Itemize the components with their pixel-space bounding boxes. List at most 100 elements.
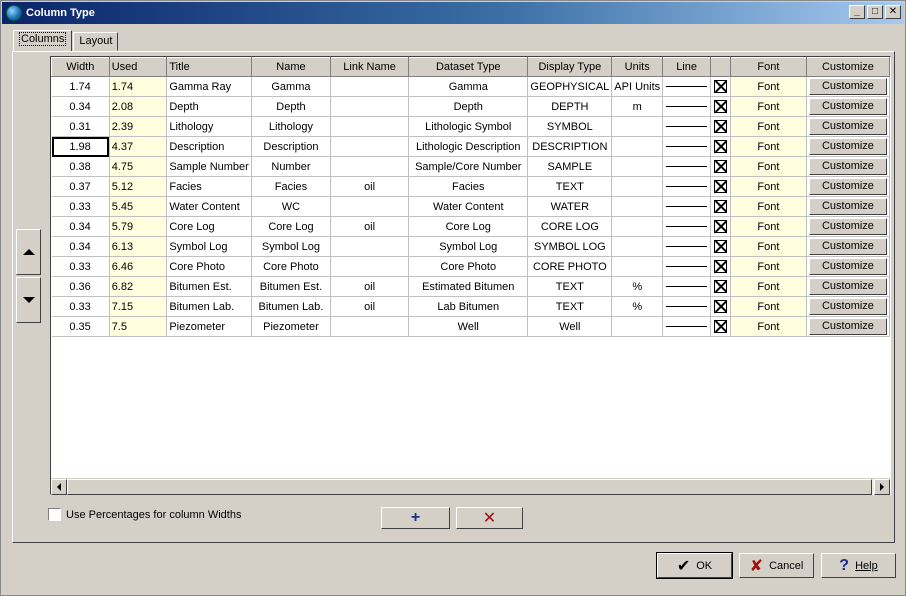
table-row[interactable]: 1.74 1.74 Gamma Ray Gamma Gamma GEOPHYSICAL AP… (51, 76, 890, 97)
table-row[interactable]: 0.33 6.46 Core Photo Core Photo Core Photo CO… (51, 256, 890, 277)
width-cell[interactable]: 1.74 (51, 76, 110, 97)
display-type-cell[interactable]: GEOPHYSICAL (527, 76, 613, 97)
cancel-button[interactable]: ✘ Cancel (739, 553, 814, 578)
name-cell[interactable]: Bitumen Lab. (251, 296, 332, 317)
font-cell[interactable]: Font (730, 296, 807, 317)
units-cell[interactable] (611, 236, 664, 257)
link-name-cell[interactable]: oil (330, 276, 410, 297)
link-name-cell[interactable] (330, 116, 410, 137)
visible-checkbox[interactable] (713, 160, 727, 173)
display-type-cell[interactable]: TEXT (527, 276, 613, 297)
col-header-units[interactable]: Units (611, 57, 664, 77)
visible-checkbox[interactable] (713, 320, 727, 333)
name-cell[interactable]: Description (251, 136, 332, 157)
display-type-cell[interactable]: SYMBOL (527, 116, 613, 137)
visible-checkbox[interactable] (713, 140, 727, 153)
name-cell[interactable]: WC (251, 196, 332, 217)
col-header-display-type[interactable]: Display Type (527, 57, 613, 77)
name-cell[interactable]: Bitumen Est. (251, 276, 332, 297)
ok-button[interactable]: ✔ OK (656, 552, 733, 579)
display-type-cell[interactable]: TEXT (527, 296, 613, 317)
table-row[interactable]: 0.33 7.15 Bitumen Lab. Bitumen Lab. oil Lab B… (51, 296, 890, 317)
tab-layout[interactable]: Layout (73, 32, 119, 51)
width-cell[interactable]: 0.34 (51, 236, 110, 257)
width-cell[interactable]: 0.33 (51, 256, 110, 277)
visible-checkbox[interactable] (713, 80, 727, 93)
col-header-title[interactable]: Title (166, 57, 252, 77)
visible-checkbox[interactable] (713, 240, 727, 253)
link-name-cell[interactable] (330, 76, 410, 97)
add-column-button[interactable]: + (381, 507, 450, 529)
visible-checkbox[interactable] (713, 300, 727, 313)
name-cell[interactable]: Lithology (251, 116, 332, 137)
title-cell[interactable]: Bitumen Est. (166, 276, 252, 297)
units-cell[interactable] (611, 176, 664, 197)
visible-cell[interactable] (710, 316, 731, 337)
width-cell[interactable]: 0.35 (51, 316, 110, 337)
visible-cell[interactable] (710, 176, 731, 197)
title-cell[interactable]: Core Log (166, 216, 252, 237)
visible-checkbox[interactable] (713, 120, 727, 133)
customize-button[interactable]: Customize (808, 178, 887, 195)
dataset-type-cell[interactable]: Facies (408, 176, 529, 197)
width-cell[interactable]: 0.33 (51, 196, 110, 217)
customize-button[interactable]: Customize (808, 278, 887, 295)
units-cell[interactable] (611, 116, 664, 137)
link-name-cell[interactable] (330, 156, 410, 177)
name-cell[interactable]: Piezometer (251, 316, 332, 337)
font-cell[interactable]: Font (730, 196, 807, 217)
display-type-cell[interactable]: DESCRIPTION (527, 136, 613, 157)
col-header-font[interactable]: Font (729, 57, 807, 77)
line-cell[interactable] (662, 256, 712, 277)
customize-button[interactable]: Customize (808, 258, 887, 275)
table-row[interactable]: 0.34 2.08 Depth Depth Depth DEPTH m Font Customi… (51, 96, 890, 117)
visible-checkbox[interactable] (713, 220, 727, 233)
title-cell[interactable]: Bitumen Lab. (166, 296, 252, 317)
units-cell[interactable] (611, 216, 664, 237)
width-cell[interactable]: 0.31 (51, 116, 110, 137)
name-cell[interactable]: Core Log (251, 216, 332, 237)
dataset-type-cell[interactable]: Lithologic Symbol (408, 116, 529, 137)
visible-cell[interactable] (710, 136, 731, 157)
dataset-type-cell[interactable]: Core Photo (408, 256, 529, 277)
units-cell[interactable] (611, 256, 664, 277)
customize-button[interactable]: Customize (808, 158, 887, 175)
display-type-cell[interactable]: CORE PHOTO (527, 256, 613, 277)
dataset-type-cell[interactable]: Depth (408, 96, 529, 117)
width-cell[interactable]: 0.34 (51, 96, 110, 117)
title-cell[interactable]: Facies (166, 176, 252, 197)
units-cell[interactable]: % (611, 296, 664, 317)
dataset-type-cell[interactable]: Gamma (408, 76, 529, 97)
line-cell[interactable] (662, 96, 712, 117)
col-header-width[interactable]: Width (51, 57, 110, 77)
col-header-used[interactable]: Used (108, 57, 168, 77)
customize-button[interactable]: Customize (808, 318, 887, 335)
title-cell[interactable]: Water Content (166, 196, 252, 217)
visible-checkbox[interactable] (713, 100, 727, 113)
visible-cell[interactable] (710, 296, 731, 317)
visible-checkbox[interactable] (713, 200, 727, 213)
delete-column-button[interactable]: ✕ (456, 507, 523, 529)
line-cell[interactable] (662, 236, 712, 257)
move-up-button[interactable] (16, 229, 41, 275)
visible-cell[interactable] (710, 96, 731, 117)
dataset-type-cell[interactable]: Well (408, 316, 529, 337)
col-header-line[interactable]: Line (662, 57, 712, 77)
customize-button[interactable]: Customize (808, 78, 887, 95)
link-name-cell[interactable] (330, 316, 410, 337)
units-cell[interactable]: m (611, 96, 664, 117)
name-cell[interactable]: Depth (251, 96, 332, 117)
visible-cell[interactable] (710, 216, 731, 237)
customize-button[interactable]: Customize (808, 98, 887, 115)
display-type-cell[interactable]: WATER (527, 196, 613, 217)
link-name-cell[interactable]: oil (330, 296, 410, 317)
units-cell[interactable] (611, 316, 664, 337)
line-cell[interactable] (662, 196, 712, 217)
dataset-type-cell[interactable]: Water Content (408, 196, 529, 217)
table-row[interactable]: 0.34 5.79 Core Log Core Log oil Core Log CORE … (51, 216, 890, 237)
customize-button[interactable]: Customize (808, 218, 887, 235)
name-cell[interactable]: Gamma (251, 76, 332, 97)
visible-cell[interactable] (710, 116, 731, 137)
link-name-cell[interactable] (330, 196, 410, 217)
table-row[interactable]: 0.38 4.75 Sample Number Number Sample/Core N… (51, 156, 890, 177)
